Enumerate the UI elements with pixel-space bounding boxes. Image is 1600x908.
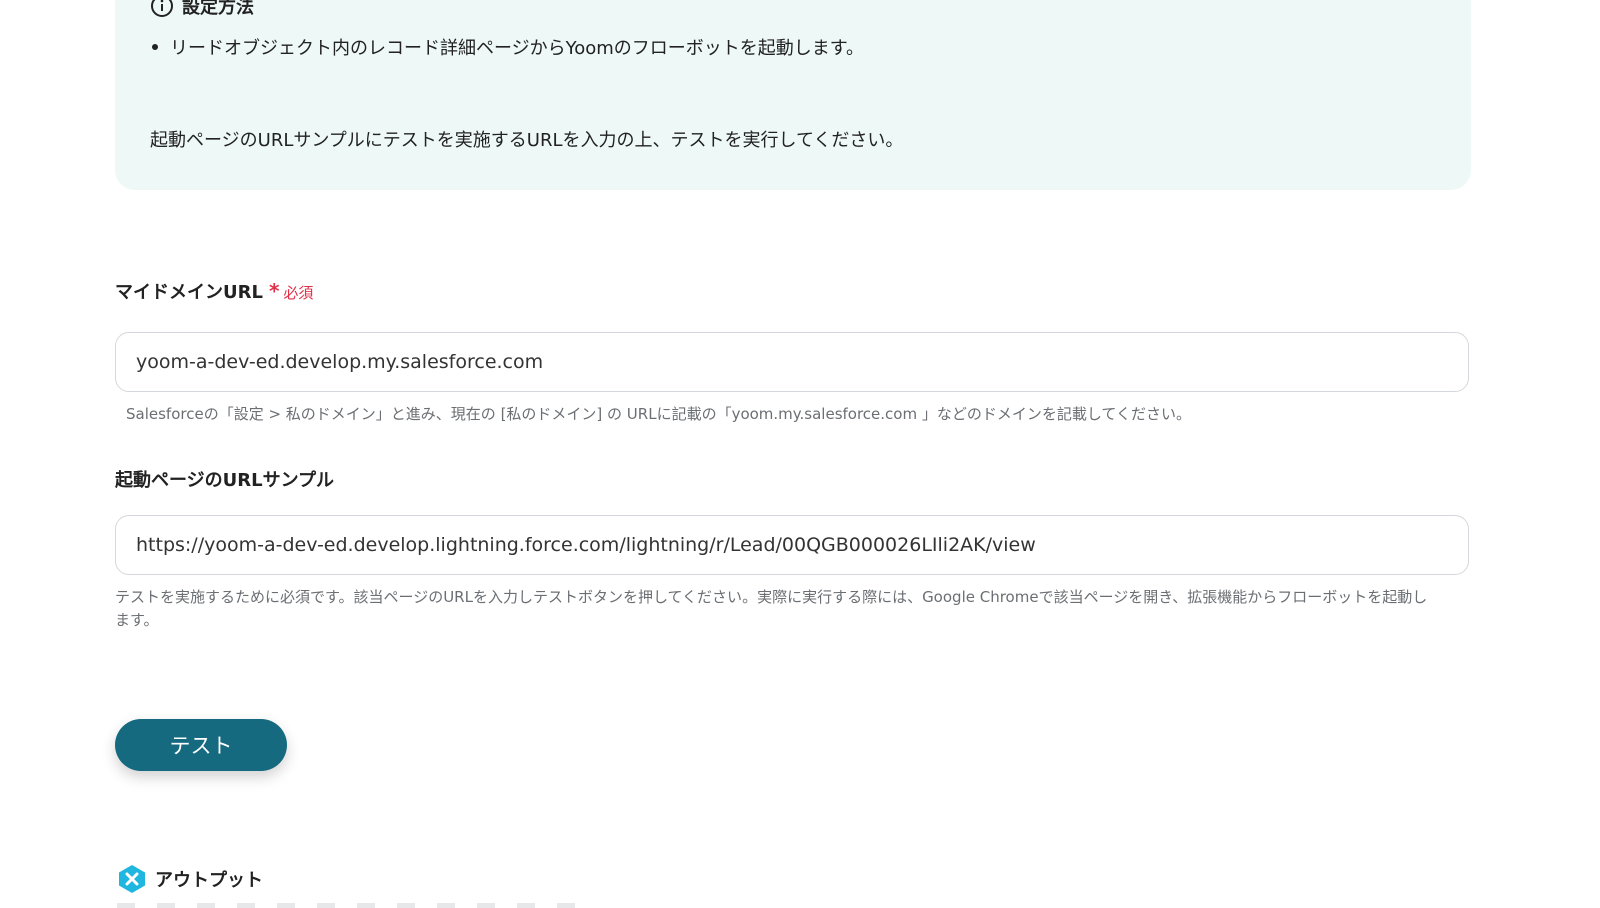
sample-url-help: テストを実施するために必須です。該当ページのURLを入力しテストボタンを押してく…: [115, 586, 1475, 632]
cutoff-content: [117, 903, 577, 908]
page: 設定方法 リードオブジェクト内のレコード詳細ページからYoomのフローボットを起…: [0, 0, 1600, 908]
domain-url-label: マイドメインURL * 必須: [115, 278, 313, 304]
info-icon: [151, 0, 173, 17]
domain-url-help: Salesforceの「設定 > 私のドメイン」と進み、現在の [私のドメイン]…: [126, 405, 1191, 423]
sample-url-help-line2: ます。: [115, 611, 159, 629]
sample-url-label: 起動ページのURLサンプル: [115, 466, 334, 492]
output-x-icon: [119, 865, 145, 893]
info-panel: [115, 0, 1471, 190]
test-button[interactable]: テスト: [115, 719, 287, 771]
info-title-text: 設定方法: [182, 0, 254, 18]
sample-url-label-text: 起動ページのURLサンプル: [115, 470, 335, 491]
bullet-dot: [152, 44, 158, 50]
domain-url-input[interactable]: [115, 332, 1469, 392]
required-asterisk: *: [268, 279, 280, 303]
required-badge: 必須: [283, 284, 314, 302]
info-title: 設定方法: [150, 0, 254, 18]
output-title: アウトプット: [155, 870, 263, 891]
sample-url-help-line1: テストを実施するために必須です。該当ページのURLを入力しテストボタンを押してく…: [115, 588, 1428, 606]
output-heading: アウトプット: [117, 864, 263, 894]
domain-url-label-text: マイドメインURL: [115, 282, 263, 303]
info-bullet: リードオブジェクト内のレコード詳細ページからYoomのフローボットを起動します。: [150, 34, 864, 60]
sample-url-input[interactable]: [115, 515, 1469, 575]
info-bullet-text: リードオブジェクト内のレコード詳細ページからYoomのフローボットを起動します。: [170, 38, 865, 59]
info-note: 起動ページのURLサンプルにテストを実施するURLを入力の上、テストを実行してく…: [150, 130, 904, 151]
